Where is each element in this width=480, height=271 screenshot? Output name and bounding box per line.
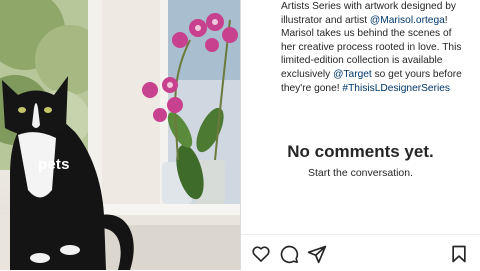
- no-comments-title: No comments yet.: [287, 142, 434, 161]
- caption-text: exclusively: [281, 68, 334, 80]
- caption-text: so get yours before: [371, 68, 462, 80]
- no-comments-subtitle: Start the conversation.: [307, 167, 414, 179]
- mention-link-artist[interactable]: @Marisol.ortega: [370, 15, 445, 26]
- caption-line: they're gone! #ThisisLDesignerSeries: [281, 82, 477, 96]
- post-action-bar: [241, 234, 480, 271]
- comment-icon: [280, 245, 299, 264]
- post-side-panel: Artists Series with artwork designed by …: [241, 0, 480, 270]
- caption-line: exclusively @Target so get yours before: [281, 68, 477, 82]
- caption-text: they're gone!: [281, 82, 343, 94]
- caption-line: Artists Series with artwork designed by: [281, 1, 456, 12]
- caption-text: illustrator and artist: [281, 14, 370, 26]
- heart-icon: [252, 246, 270, 262]
- post-caption: Artists Series with artwork designed by …: [281, 0, 477, 95]
- mention-link-target[interactable]: @Target: [333, 69, 372, 80]
- hashtag-link[interactable]: #ThisisLDesignerSeries: [342, 83, 450, 94]
- share-button[interactable]: [307, 244, 327, 264]
- like-button[interactable]: [251, 244, 271, 264]
- photo-illustration: [0, 0, 240, 270]
- caption-text: !: [444, 14, 448, 26]
- photo-tag: pets: [38, 156, 70, 173]
- comment-button[interactable]: [279, 244, 299, 264]
- caption-line: limited-edition collection is available: [281, 55, 443, 67]
- caption-line: Marisol takes us behind the scenes of: [281, 28, 452, 40]
- post-photo[interactable]: pets: [0, 0, 240, 270]
- caption-line: illustrator and artist @Marisol.ortega!: [281, 14, 477, 28]
- share-icon: [307, 245, 327, 264]
- save-button[interactable]: [449, 244, 469, 264]
- caption-line: her creative process rooted in love. Thi…: [281, 41, 462, 53]
- bookmark-icon: [452, 245, 466, 263]
